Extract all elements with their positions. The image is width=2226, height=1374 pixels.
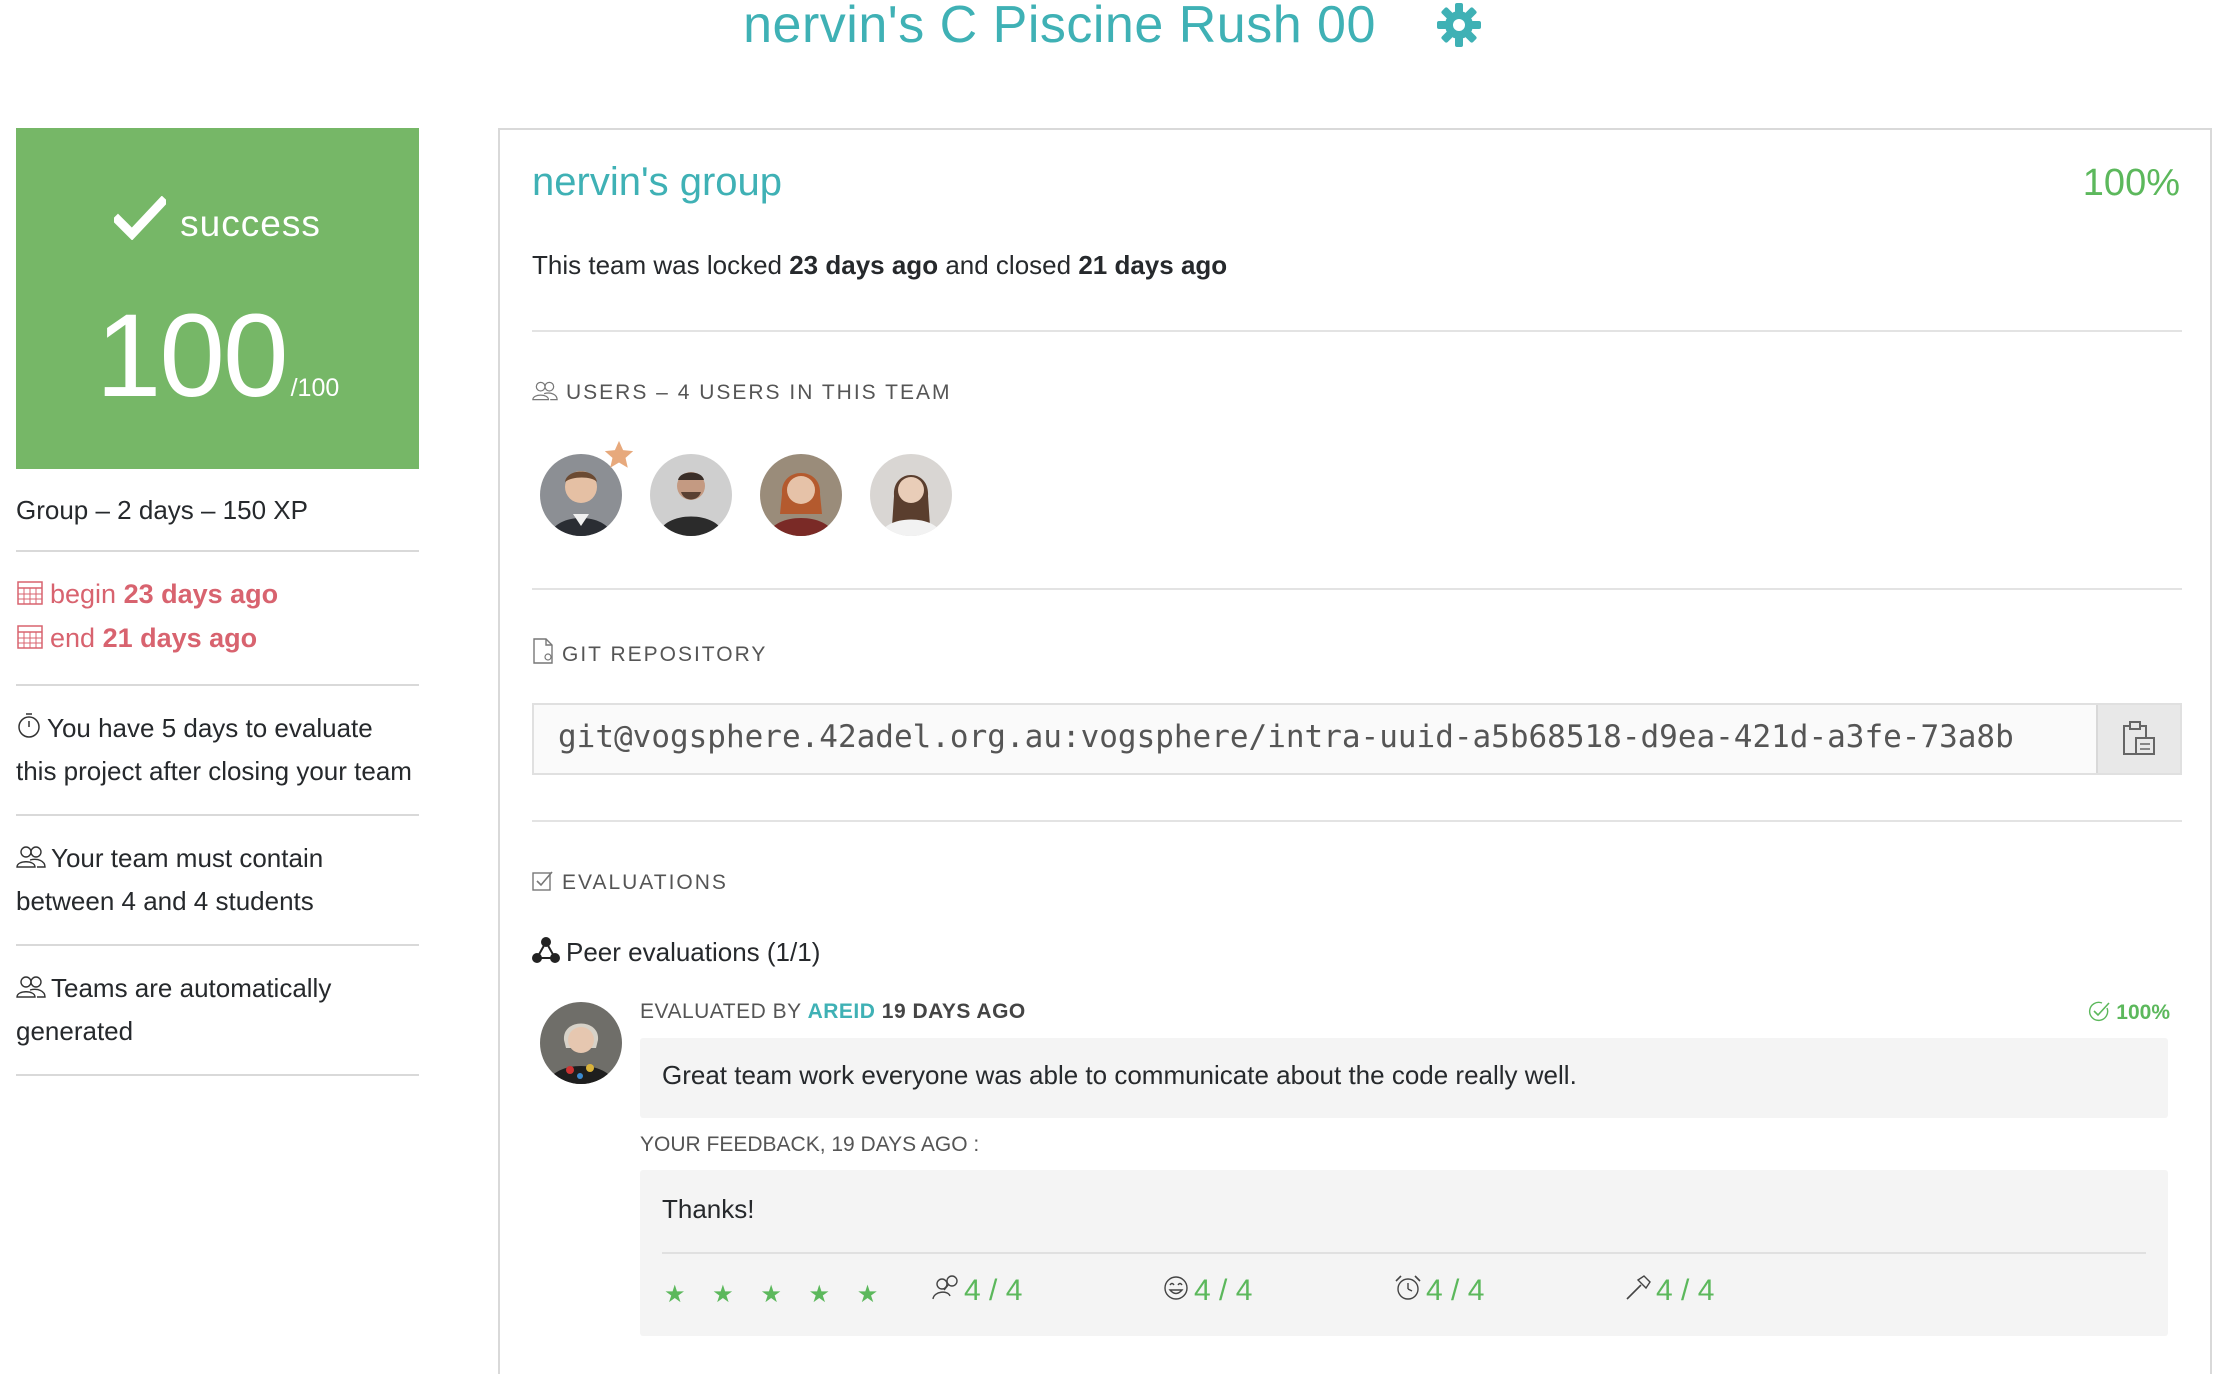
network-icon bbox=[532, 937, 560, 963]
users-section-text: USERS – 4 USERS IN THIS TEAM bbox=[566, 381, 952, 404]
check-circle-icon bbox=[2089, 1001, 2110, 1022]
evaluations-section-text: EVALUATIONS bbox=[562, 871, 728, 894]
git-url[interactable]: git@vogsphere.42adel.org.au:vogsphere/in… bbox=[558, 719, 2068, 755]
group-name: nervin's group bbox=[532, 160, 782, 204]
evaluation-time: 19 DAYS AGO bbox=[881, 1000, 1026, 1023]
page-title-text: nervin's C Piscine Rush 00 bbox=[743, 0, 1376, 55]
evaluator-avatar[interactable] bbox=[540, 1002, 622, 1084]
team-gen-note: Teams are automatically generated bbox=[16, 946, 419, 1076]
file-icon bbox=[532, 638, 554, 670]
divider bbox=[532, 330, 2182, 332]
locked-value: 23 days ago bbox=[789, 250, 939, 280]
evaluations-section-label: EVALUATIONS bbox=[532, 870, 728, 898]
team-member-avatar[interactable] bbox=[760, 454, 842, 536]
end-value: 21 days ago bbox=[102, 623, 258, 653]
rating-punctuality-value: 4 / 4 bbox=[1426, 1274, 1485, 1307]
clipboard-icon bbox=[2123, 721, 2155, 755]
project-meta: Group – 2 days – 150 XP bbox=[16, 469, 419, 552]
begin-date: begin 23 days ago bbox=[16, 574, 419, 618]
smile-icon bbox=[1164, 1276, 1188, 1300]
rating-punctuality: 4 / 4 bbox=[1394, 1274, 1484, 1308]
score: 100/100 bbox=[16, 288, 419, 424]
divider bbox=[662, 1252, 2146, 1254]
peer-title-text: Peer evaluations (1/1) bbox=[566, 937, 821, 967]
rating-interest-value: 4 / 4 bbox=[964, 1274, 1023, 1307]
divider bbox=[532, 588, 2182, 590]
divider bbox=[532, 820, 2182, 822]
closed-value: 21 days ago bbox=[1078, 250, 1228, 280]
checkbox-icon bbox=[532, 870, 554, 898]
status-label: success bbox=[180, 203, 321, 244]
stopwatch-icon bbox=[16, 710, 42, 751]
team-panel: nervin's group 100% This team was locked… bbox=[498, 128, 2212, 1374]
group-percent: 100% bbox=[2082, 162, 2180, 204]
team-lock-info: This team was locked 23 days ago and clo… bbox=[532, 250, 1227, 281]
rating-rigor-value: 4 / 4 bbox=[1656, 1274, 1715, 1307]
evaluator-link[interactable]: AREID bbox=[808, 1000, 876, 1023]
project-dates: begin 23 days ago end 21 days ago bbox=[16, 552, 419, 686]
evaluation-header: EVALUATED BY AREID 19 DAYS AGO bbox=[640, 1000, 1026, 1024]
begin-value: 23 days ago bbox=[123, 579, 279, 609]
check-icon bbox=[111, 195, 169, 241]
rating-rigor: 4 / 4 bbox=[1624, 1274, 1714, 1308]
evaluated-by-prefix: EVALUATED BY bbox=[640, 1000, 802, 1023]
feedback-text: Thanks! bbox=[662, 1194, 755, 1224]
status-row: success bbox=[16, 195, 419, 245]
score-max: /100 bbox=[290, 374, 340, 402]
team-size-note: Your team must contain between 4 and 4 s… bbox=[16, 816, 419, 946]
begin-label: begin bbox=[50, 579, 117, 609]
users-icon bbox=[16, 840, 46, 881]
gear-icon[interactable] bbox=[1435, 1, 1483, 49]
feedback-box: Thanks! ★ ★ ★ ★ ★ 4 / 4 4 / 4 4 / 4 4 / … bbox=[640, 1170, 2168, 1336]
git-section-label: GIT REPOSITORY bbox=[532, 638, 767, 670]
users-section-label: USERS – 4 USERS IN THIS TEAM bbox=[532, 380, 951, 408]
team-member-avatar[interactable] bbox=[870, 454, 952, 536]
end-label: end bbox=[50, 623, 96, 653]
hammer-icon bbox=[1626, 1275, 1651, 1300]
users-icon bbox=[532, 380, 558, 408]
git-section-text: GIT REPOSITORY bbox=[562, 643, 768, 666]
peer-evaluations-title: Peer evaluations (1/1) bbox=[532, 936, 820, 968]
end-date: end 21 days ago bbox=[16, 618, 419, 662]
project-sidebar: success 100/100 Group – 2 days – 150 XP … bbox=[16, 128, 419, 1076]
feedback-header: YOUR FEEDBACK, 19 DAYS AGO : bbox=[640, 1133, 980, 1156]
alarm-clock-icon bbox=[1395, 1275, 1421, 1300]
page-title: nervin's C Piscine Rush 00 bbox=[0, 0, 2226, 55]
calendar-icon bbox=[16, 621, 44, 662]
team-member-avatar[interactable] bbox=[650, 454, 732, 536]
closed-prefix: and closed bbox=[945, 250, 1072, 280]
evaluation-comment: Great team work everyone was able to com… bbox=[640, 1038, 2168, 1118]
evaluation-percent: 100% bbox=[2088, 1000, 2170, 1025]
locked-prefix: This team was locked bbox=[532, 250, 782, 280]
status-box: success 100/100 bbox=[16, 128, 419, 469]
users-icon bbox=[16, 970, 46, 1011]
rating-stars: ★ ★ ★ ★ ★ bbox=[664, 1281, 889, 1308]
evaluation-percent-text: 100% bbox=[2116, 1001, 2170, 1024]
team-size-note-text: Your team must contain between 4 and 4 s… bbox=[16, 843, 324, 916]
score-value: 100 bbox=[95, 290, 289, 422]
calendar-icon bbox=[16, 577, 44, 618]
team-gen-note-text: Teams are automatically generated bbox=[16, 973, 332, 1046]
user-search-icon bbox=[932, 1275, 958, 1300]
evaluate-note: You have 5 days to evaluate this project… bbox=[16, 686, 419, 816]
copy-button[interactable] bbox=[2096, 705, 2180, 773]
git-repository-field[interactable]: git@vogsphere.42adel.org.au:vogsphere/in… bbox=[532, 703, 2182, 775]
evaluate-note-text: You have 5 days to evaluate this project… bbox=[16, 713, 412, 786]
rating-interest: 4 / 4 bbox=[932, 1274, 1022, 1308]
rating-friendliness-value: 4 / 4 bbox=[1194, 1274, 1253, 1307]
rating-friendliness: 4 / 4 bbox=[1162, 1274, 1252, 1308]
team-leader-star-icon bbox=[602, 438, 636, 477]
